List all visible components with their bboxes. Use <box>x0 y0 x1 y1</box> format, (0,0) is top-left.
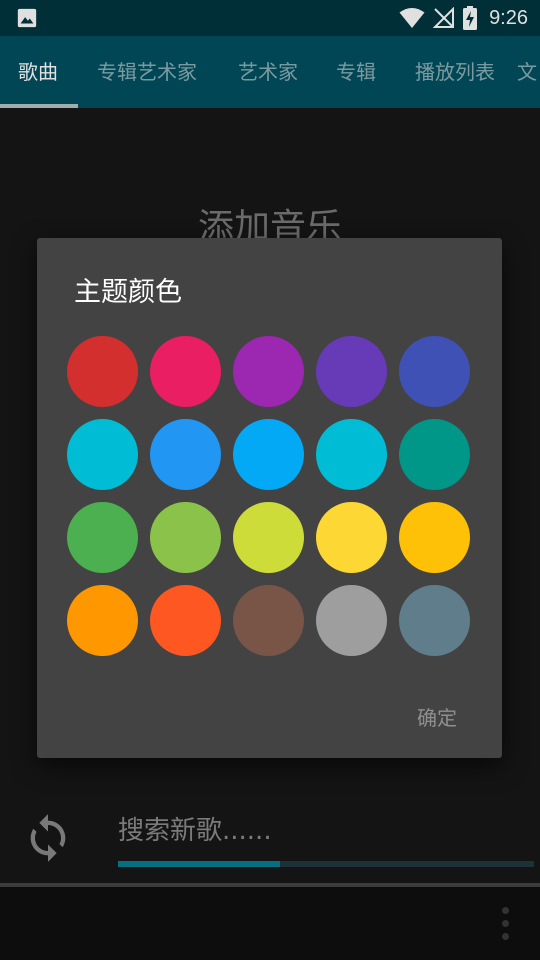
color-swatch[interactable] <box>316 419 387 490</box>
color-swatch[interactable] <box>399 502 470 573</box>
color-swatch[interactable] <box>233 585 304 656</box>
color-swatch-grid <box>67 336 470 656</box>
ok-button[interactable]: 确定 <box>417 702 457 731</box>
theme-color-dialog: 主题颜色 确定 <box>37 238 502 758</box>
color-swatch[interactable] <box>316 336 387 407</box>
color-swatch[interactable] <box>316 585 387 656</box>
color-swatch[interactable] <box>67 585 138 656</box>
color-swatch[interactable] <box>233 419 304 490</box>
color-swatch[interactable] <box>399 336 470 407</box>
color-swatch[interactable] <box>150 502 221 573</box>
color-swatch[interactable] <box>233 502 304 573</box>
color-swatch[interactable] <box>399 419 470 490</box>
color-swatch[interactable] <box>316 502 387 573</box>
color-swatch[interactable] <box>67 502 138 573</box>
dialog-title: 主题颜色 <box>74 277 182 308</box>
color-swatch[interactable] <box>150 336 221 407</box>
color-swatch[interactable] <box>399 585 470 656</box>
color-swatch[interactable] <box>67 419 138 490</box>
color-swatch[interactable] <box>67 336 138 407</box>
color-swatch[interactable] <box>150 419 221 490</box>
color-swatch[interactable] <box>233 336 304 407</box>
color-swatch[interactable] <box>150 585 221 656</box>
